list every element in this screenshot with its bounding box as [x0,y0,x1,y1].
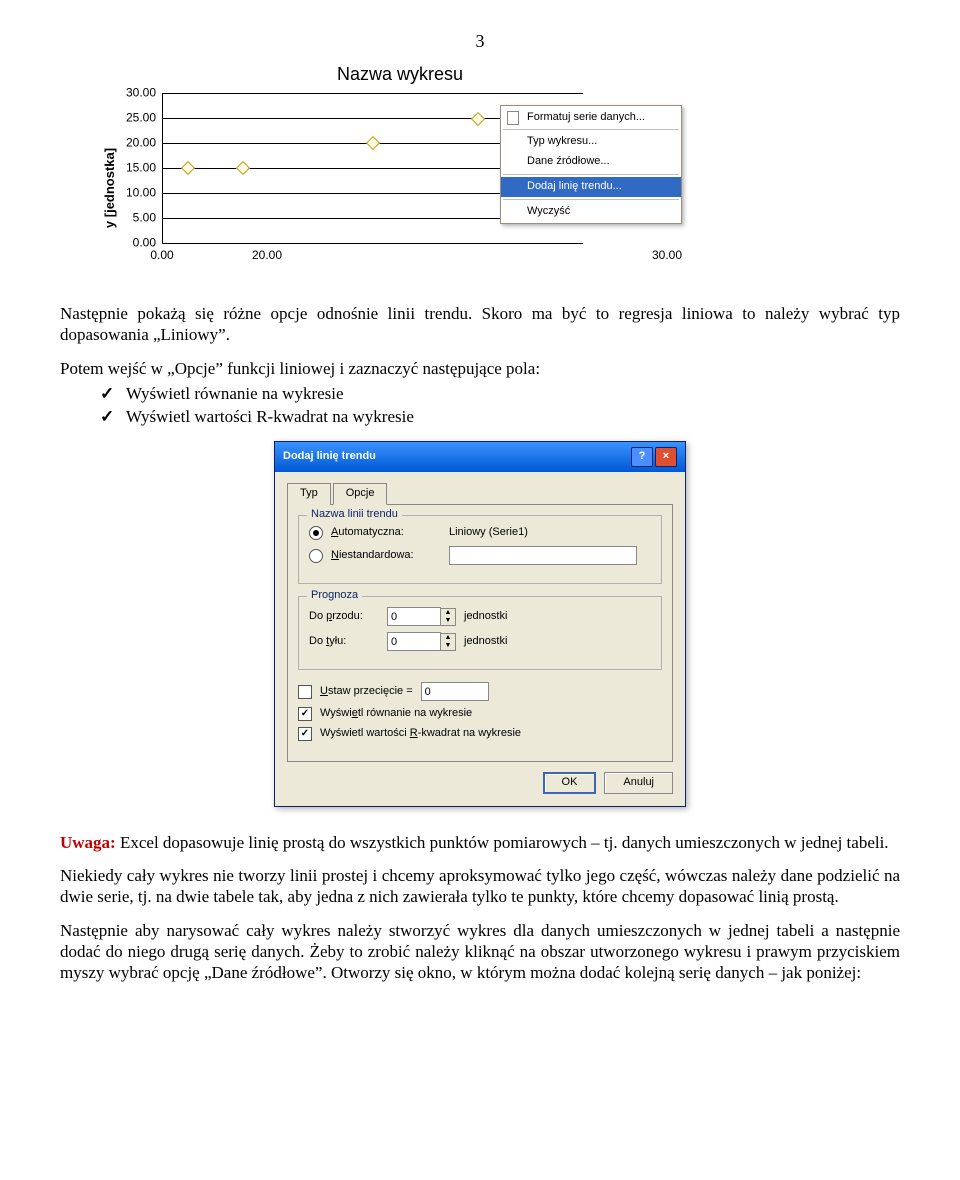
radio-custom[interactable] [309,549,323,563]
ctx-add-trendline[interactable]: Dodaj linię trendu... [501,177,681,197]
dialog-titlebar: Dodaj linię trendu ? × [275,442,685,472]
units-label: jednostki [464,610,507,624]
ctx-format-series[interactable]: Formatuj serie danych... [501,108,681,128]
checkbox-equation[interactable] [298,707,312,721]
paragraph: Niekiedy cały wykres nie tworzy linii pr… [60,865,900,908]
automatic-value: Liniowy (Serie1) [449,526,528,540]
dialog-title: Dodaj linię trendu [283,450,376,464]
help-button[interactable]: ? [631,447,653,467]
checkbox-intercept[interactable] [298,685,312,699]
paragraph: Następnie aby narysować cały wykres nale… [60,920,900,984]
checkbox-label: Wyświetl wartości R-kwadrat na wykresie [320,727,521,741]
ctx-label: Formatuj serie danych... [527,111,645,123]
intercept-input[interactable] [421,682,489,701]
data-point [236,161,250,175]
y-tick: 5.00 [112,210,156,225]
fieldset-legend: Prognoza [307,589,362,603]
ctx-clear[interactable]: Wyczyść [501,202,681,222]
x-axis-ticks: 0.00 20.00 [162,248,582,268]
spin-down-icon[interactable]: ▼ [441,642,455,650]
paragraph-lead: Potem wejść w „Opcje” funkcji liniowej i… [60,358,900,379]
separator [503,174,679,175]
spin-up-icon[interactable]: ▲ [441,634,455,642]
backward-label: Do tyłu: [309,635,379,649]
check-item: Wyświetl równanie na wykresie [100,383,900,404]
y-tick: 20.00 [112,135,156,150]
chart-title: Nazwa wykresu [90,63,710,86]
context-menu: Formatuj serie danych... Typ wykresu... … [500,105,682,225]
spin-down-icon[interactable]: ▼ [441,617,455,625]
x-tick: 0.00 [150,248,173,263]
backward-input[interactable] [387,632,441,651]
spin-up-icon[interactable]: ▲ [441,609,455,617]
checklist: Wyświetl równanie na wykresie Wyświetl w… [100,383,900,428]
ctx-label: Typ wykresu... [527,135,597,147]
separator [503,129,679,130]
cancel-button[interactable]: Anuluj [604,772,673,794]
chart-figure: Nazwa wykresu y [jednostka] 0.00 5.00 10… [90,63,710,284]
paragraph-uwaga: Uwaga: Excel dopasowuje linię prostą do … [60,832,900,853]
fieldset-prognoza: Prognoza Do przodu: ▲▼ jednostki Do tyłu… [298,596,662,670]
checkbox-label: Wyświetl równanie na wykresie [320,707,472,721]
data-point [181,161,195,175]
y-axis-ticks: 0.00 5.00 10.00 15.00 20.00 25.00 30.00 [112,93,160,243]
uwaga-label: Uwaga: [60,833,116,852]
data-point [471,111,485,125]
trendline-dialog: Dodaj linię trendu ? × Typ Opcje Nazwa l… [274,441,686,807]
forward-label: Do przodu: [309,610,379,624]
data-point [366,135,380,149]
fieldset-trendline-name: Nazwa linii trendu Automatyczna: Liniowy… [298,515,662,584]
uwaga-text: Excel dopasowuje linię prostą do wszystk… [116,833,889,852]
tab-typ[interactable]: Typ [287,483,331,505]
ok-button[interactable]: OK [543,772,597,794]
document-icon [505,110,521,126]
y-tick: 15.00 [112,161,156,176]
ctx-label: Wyczyść [527,205,570,217]
tab-panel-opcje: Nazwa linii trendu Automatyczna: Liniowy… [287,504,673,762]
ctx-label: Dodaj linię trendu... [527,180,622,192]
close-icon: × [663,450,669,464]
y-tick: 30.00 [112,86,156,101]
checkbox-r-squared[interactable] [298,727,312,741]
radio-automatic[interactable] [309,526,323,540]
help-icon: ? [639,450,646,464]
ctx-chart-type[interactable]: Typ wykresu... [501,132,681,152]
y-tick: 25.00 [112,110,156,125]
radio-label: Niestandardowa: [331,549,441,563]
ctx-source-data[interactable]: Dane źródłowe... [501,152,681,172]
paragraph: Następnie pokażą się różne opcje odnośni… [60,303,900,346]
ctx-label: Dane źródłowe... [527,155,610,167]
custom-name-input[interactable] [449,546,637,565]
forward-input[interactable] [387,607,441,626]
radio-label: Automatyczna: [331,526,441,540]
y-tick: 10.00 [112,185,156,200]
backward-spinner[interactable]: ▲▼ [387,632,456,651]
checkbox-label: Ustaw przecięcie = [320,685,413,699]
x-tick: 20.00 [252,248,282,263]
tab-opcje[interactable]: Opcje [333,483,388,505]
page-number: 3 [60,30,900,53]
check-item: Wyświetl wartości R-kwadrat na wykresie [100,406,900,427]
units-label: jednostki [464,635,507,649]
forward-spinner[interactable]: ▲▼ [387,607,456,626]
separator [503,199,679,200]
fieldset-legend: Nazwa linii trendu [307,508,402,522]
x-tick: 30.00 [652,248,682,263]
close-button[interactable]: × [655,447,677,467]
